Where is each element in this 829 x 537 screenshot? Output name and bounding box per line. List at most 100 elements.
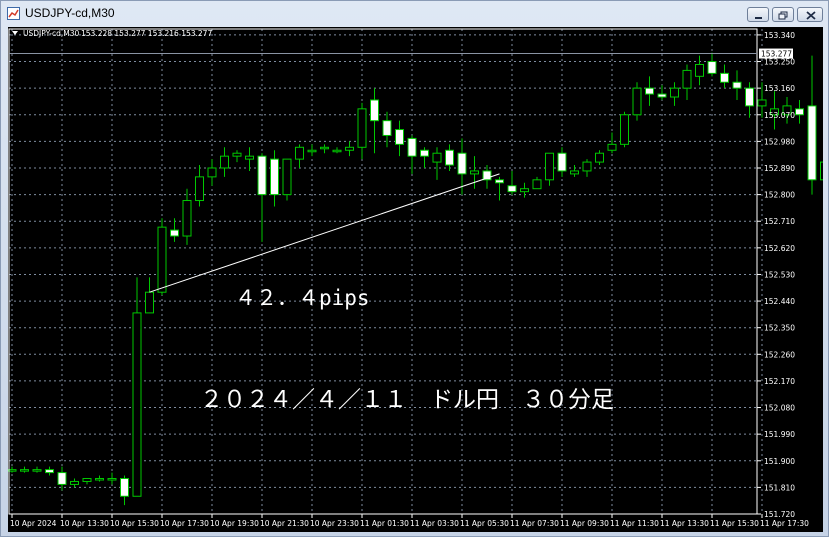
candle	[432, 147, 442, 180]
candle	[557, 147, 567, 177]
candle-body	[532, 179, 542, 190]
candle	[45, 466, 54, 476]
y-tick-label: 151.900	[764, 457, 795, 466]
minimize-button[interactable]	[747, 7, 769, 22]
candle-body	[207, 167, 217, 178]
y-tick-label: 152.170	[764, 377, 795, 386]
candle-body	[320, 146, 329, 150]
candle	[207, 159, 217, 186]
candle-body	[107, 478, 117, 481]
y-tick-label: 152.890	[764, 164, 795, 173]
candle-body	[182, 200, 192, 237]
x-tick-label: 11 Apr 11:30	[610, 519, 659, 528]
current-price-label: 153.277	[761, 50, 792, 59]
close-button[interactable]	[797, 7, 823, 22]
candle-body	[757, 99, 767, 107]
axes: 153.340 153.250 153.160 153.070 152.980 152.8…	[8, 28, 809, 528]
candle-body	[470, 170, 479, 175]
candle-body	[307, 149, 317, 153]
price-chart[interactable]: 153.340 153.250 153.160 153.070 152.980 152.8…	[8, 27, 823, 532]
candle-body	[620, 114, 629, 145]
x-tick-label: 11 Apr 01:30	[360, 519, 409, 528]
candle-body	[707, 61, 717, 74]
y-tick-label: 151.720	[764, 510, 795, 519]
candle-body	[245, 155, 254, 160]
candle-body	[420, 149, 429, 157]
candle	[70, 478, 79, 488]
symbol-label: USDJPY-cd,M30	[23, 29, 80, 38]
chart-window: USDJPY-cd,M30 153.340 153.250 153.160 153.0…	[0, 0, 829, 537]
candle	[445, 144, 454, 171]
y-tick-label: 153.160	[764, 84, 795, 93]
x-tick-label: 11 Apr 03:30	[410, 519, 459, 528]
x-tick-label: 11 Apr 07:30	[510, 519, 559, 528]
candle-body	[82, 478, 92, 482]
candle-body	[132, 312, 142, 497]
candle-body	[382, 120, 392, 136]
candle-body	[495, 179, 504, 184]
candle	[632, 82, 642, 121]
candlestick-chart[interactable]: 153.340 153.250 153.160 153.070 152.980 152.8…	[8, 27, 823, 532]
candle	[170, 218, 179, 242]
candle	[157, 218, 167, 296]
x-tick-label: 11 Apr 05:30	[460, 519, 509, 528]
candle	[332, 147, 342, 154]
candle-body	[270, 158, 279, 196]
candle	[532, 176, 542, 190]
candle-body	[357, 108, 367, 148]
x-tick-label: 10 Apr 19:30	[210, 519, 259, 528]
candle	[507, 170, 517, 195]
y-tick-label: 152.710	[764, 217, 795, 226]
candle-body	[582, 161, 592, 172]
chart-menu-icon[interactable]	[12, 31, 18, 35]
candle-body	[682, 69, 692, 89]
candle	[420, 147, 429, 168]
candle-body	[70, 480, 79, 485]
y-tick-label: 153.340	[764, 31, 795, 40]
candle-body	[95, 478, 104, 481]
x-tick-label: 11 Apr 13:30	[660, 519, 709, 528]
candle-body	[745, 87, 754, 107]
candle-body	[545, 152, 554, 181]
y-tick-label: 151.990	[764, 430, 795, 439]
candle	[520, 182, 529, 198]
candle	[582, 159, 592, 177]
candle-body	[557, 152, 567, 172]
y-tick-label: 152.980	[764, 137, 795, 146]
candle-body	[45, 469, 54, 474]
y-tick-label: 152.350	[764, 324, 795, 333]
candle	[120, 475, 129, 506]
candle-body	[520, 188, 529, 193]
candle-body	[457, 152, 467, 175]
candle	[195, 165, 204, 207]
candle-body	[195, 176, 204, 202]
candle	[570, 165, 579, 177]
candle-body	[657, 93, 667, 98]
candle-body	[370, 99, 379, 122]
candle	[107, 472, 117, 485]
candle-body	[232, 152, 242, 157]
candle	[732, 70, 742, 100]
restore-button[interactable]	[772, 7, 794, 22]
candle-body	[170, 229, 179, 237]
candle	[232, 150, 242, 163]
candle-body	[332, 149, 342, 153]
candle	[370, 88, 379, 154]
candle	[595, 150, 604, 166]
candle-body	[632, 87, 642, 116]
candle	[720, 64, 729, 89]
y-tick-label: 153.250	[764, 58, 795, 67]
candle	[282, 158, 292, 201]
candle	[320, 144, 329, 154]
title-bar[interactable]: USDJPY-cd,M30	[1, 1, 828, 27]
candle-body	[20, 469, 29, 472]
candle-body	[407, 137, 417, 157]
candle-body	[282, 158, 292, 196]
x-tick-label: 10 Apr 13:30	[60, 519, 109, 528]
y-tick-label: 152.800	[764, 191, 795, 200]
candle	[182, 188, 192, 245]
candle-body	[295, 146, 304, 160]
x-tick-label: 10 Apr 21:30	[260, 519, 309, 528]
candle	[220, 147, 229, 177]
minimize-icon	[755, 17, 762, 19]
